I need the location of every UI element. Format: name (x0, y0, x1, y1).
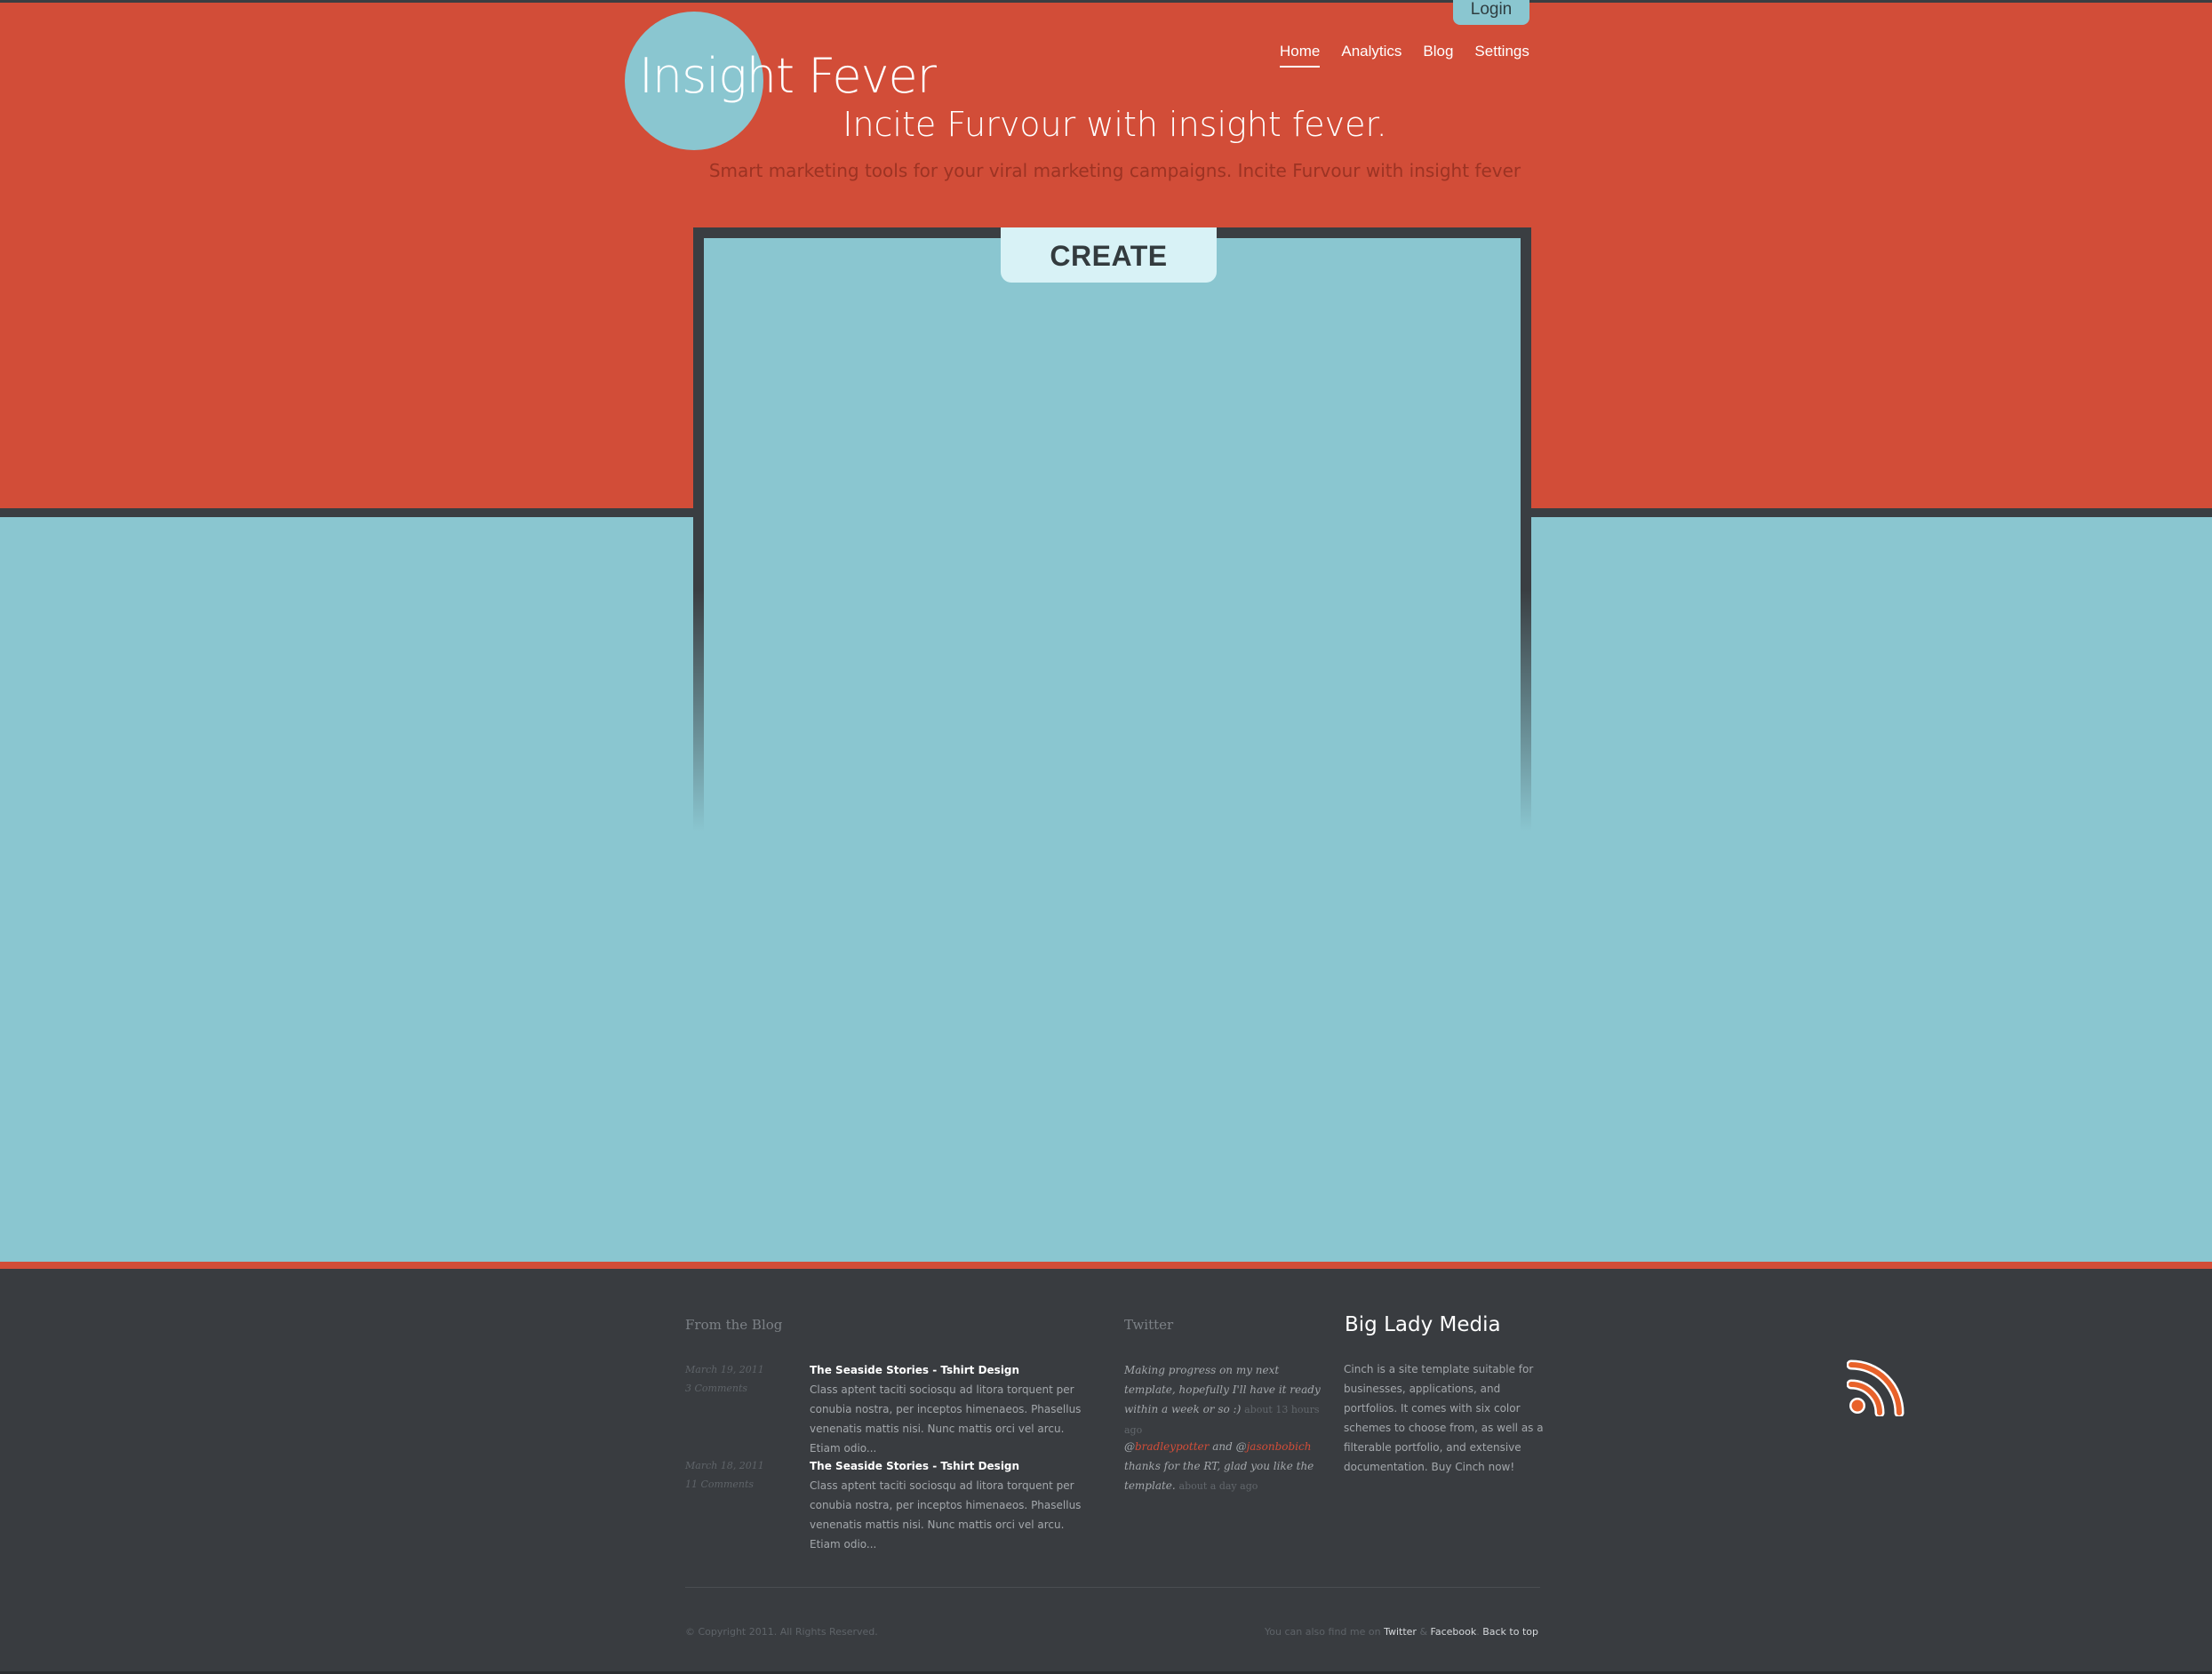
post-excerpt: Class aptent taciti sociosqu ad litora t… (810, 1383, 1082, 1455)
footer-accent-line (0, 1262, 2212, 1269)
tweet-at: @ (1124, 1440, 1135, 1453)
post-date: March 18, 2011 11 Comments (685, 1456, 764, 1494)
tweet-time[interactable]: about a day ago (1179, 1480, 1258, 1492)
nav-item-analytics[interactable]: Analytics (1341, 43, 1401, 68)
tweet-and: and @ (1209, 1440, 1247, 1453)
create-tab[interactable]: CREATE (1001, 227, 1217, 283)
create-panel (704, 238, 1521, 860)
nav-item-settings[interactable]: Settings (1474, 43, 1529, 68)
find-me-text: You can also find me on (1265, 1626, 1385, 1638)
tweet: Making progress on my next template, hop… (1124, 1360, 1324, 1440)
amp-text: & (1416, 1626, 1431, 1638)
nav-item-blog[interactable]: Blog (1423, 43, 1453, 68)
twitter-link[interactable]: Twitter (1384, 1626, 1417, 1638)
rss-icon[interactable] (1847, 1358, 1905, 1416)
main-nav: Home Analytics Blog Settings (1280, 43, 1551, 68)
page-tagline: Incite Furvour with insight fever. (842, 105, 1387, 144)
post-excerpt: Class aptent taciti sociosqu ad litora t… (810, 1479, 1082, 1550)
big-lady-media-title: Big Lady Media (1345, 1313, 1501, 1336)
back-to-top-link[interactable]: Back to top (1482, 1626, 1538, 1638)
logo-word-insight: Insight (639, 48, 795, 104)
post-date: March 19, 2011 3 Comments (685, 1360, 764, 1398)
nav-item-home[interactable]: Home (1280, 43, 1321, 68)
blog-heading: From the Blog (685, 1317, 783, 1333)
page-subtagline: Smart marketing tools for your viral mar… (708, 160, 1521, 181)
post-title[interactable]: The Seaside Stories - Tshirt Design (810, 1460, 1019, 1472)
post-comments-link[interactable]: 3 Comments (685, 1379, 764, 1398)
post-date-text: March 18, 2011 (685, 1460, 764, 1471)
post-title[interactable]: The Seaside Stories - Tshirt Design (810, 1364, 1019, 1376)
facebook-link[interactable]: Facebook (1431, 1626, 1477, 1638)
footer-divider (685, 1587, 1540, 1588)
twitter-heading: Twitter (1124, 1317, 1174, 1333)
copyright: © Copyright 2011. All Rights Reserved. (685, 1626, 878, 1638)
logo[interactable]: Insight Fever (639, 48, 937, 104)
big-lady-media-text: Cinch is a site template suitable for bu… (1344, 1363, 1544, 1473)
tweet-mention-link[interactable]: jasonbobich (1247, 1440, 1312, 1453)
post-date-text: March 19, 2011 (685, 1364, 764, 1375)
footer-links: You can also find me on Twitter & Facebo… (1265, 1626, 1538, 1638)
tweet-mention-link[interactable]: bradleypotter (1135, 1440, 1209, 1453)
tweet: @bradleypotter and @jasonbobich thanks f… (1124, 1437, 1324, 1496)
footer (0, 1269, 2212, 1674)
login-button[interactable]: Login (1453, 0, 1529, 25)
logo-word-fever: Fever (808, 48, 937, 104)
post-comments-link[interactable]: 11 Comments (685, 1475, 764, 1494)
